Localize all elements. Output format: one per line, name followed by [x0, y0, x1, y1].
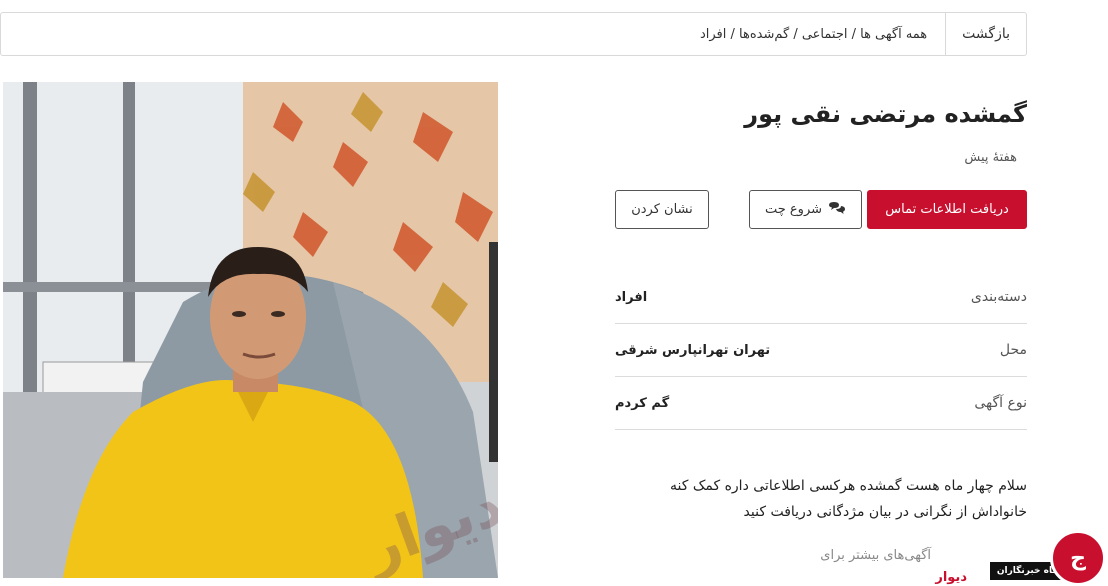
detail-value: گم کردم [615, 395, 670, 411]
detail-row: نوع آگهی گم کردم [615, 377, 1027, 430]
more-ads-label: آگهی‌های بیشتر برای [820, 548, 931, 563]
bookmark-button[interactable]: نشان کردن [615, 190, 709, 229]
news-badge: باشگاه خبرنگاران ج [990, 530, 1108, 586]
start-chat-label: شروع چت [764, 202, 823, 217]
detail-key: نوع آگهی [974, 395, 1027, 411]
detail-key: دسته‌بندی [970, 289, 1027, 305]
time-ago: هفتهٔ پیش [964, 150, 1017, 165]
start-chat-button[interactable]: شروع چت [749, 190, 862, 229]
ad-photo[interactable]: دیوار [3, 82, 498, 578]
detail-key: محل [999, 342, 1027, 358]
breadcrumb-bar: بازگشت همه آگهی ها / اجتماعی / گم‌شده‌ها… [0, 12, 1027, 56]
ad-description: سلام چهار ماه هست گمشده هرکسی اطلاعاتی د… [670, 478, 1027, 520]
more-ads-link[interactable]: دیوار [935, 570, 967, 585]
badge-logo-icon: ج [1050, 530, 1106, 586]
detail-value[interactable]: افراد [615, 290, 647, 305]
detail-value: تهران تهرانپارس شرقی [615, 342, 771, 358]
get-contact-button[interactable]: دریافت اطلاعات تماس [867, 190, 1027, 229]
detail-row: دسته‌بندی افراد [615, 271, 1027, 324]
breadcrumb[interactable]: همه آگهی ها / اجتماعی / گم‌شده‌ها / افرا… [682, 27, 945, 42]
badge-logo-letter: ج [1070, 545, 1086, 571]
page-title: گمشده مرتضی نقی پور [744, 100, 1027, 128]
chat-icon [828, 201, 846, 219]
detail-row: محل تهران تهرانپارس شرقی [615, 324, 1027, 377]
back-button[interactable]: بازگشت [945, 13, 1026, 55]
